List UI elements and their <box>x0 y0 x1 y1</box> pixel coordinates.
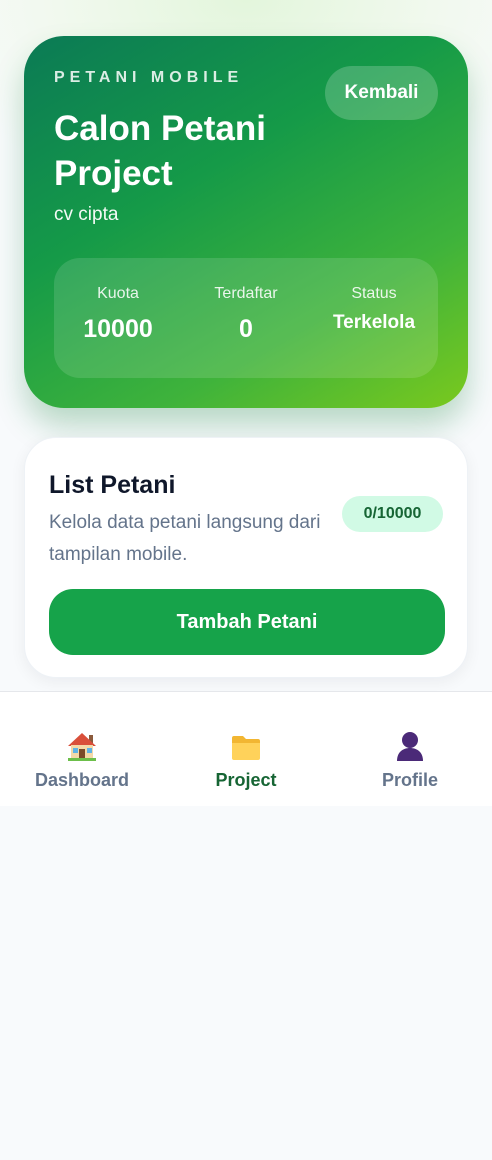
project-hero-card: PETANI MOBILE Kembali Calon Petani Proje… <box>24 36 468 408</box>
stats-panel: Kuota 10000 Terdaftar 0 Status Terkelola <box>54 258 438 378</box>
stat-value: 10000 <box>83 315 153 343</box>
nav-item-profile[interactable]: Profile <box>328 692 492 806</box>
status-value: Terkelola <box>332 312 416 333</box>
stat-label: Kuota <box>97 285 139 302</box>
stat-kuota: Kuota 10000 <box>54 258 182 378</box>
nav-label: Profile <box>381 770 438 790</box>
list-petani-card: List Petani Kelola data petani langsung … <box>24 437 468 678</box>
page-title: Calon Petani Project <box>54 109 266 193</box>
stat-terdaftar: Terdaftar 0 <box>182 258 310 378</box>
bottom-navigation: Dashboard Project Profile <box>0 691 492 806</box>
back-button[interactable]: Kembali <box>325 66 438 120</box>
add-petani-button[interactable]: Tambah Petani <box>49 589 445 655</box>
stat-value: 0 <box>239 315 253 343</box>
nav-label: Project <box>215 770 277 790</box>
company-name: cv cipta <box>54 204 119 225</box>
stat-status: Status Terkelola <box>310 258 438 378</box>
app-kicker: PETANI MOBILE <box>54 69 244 86</box>
nav-item-dashboard[interactable]: Dashboard <box>0 692 164 806</box>
count-badge: 0/10000 <box>342 496 443 532</box>
stat-label: Terdaftar <box>214 285 278 302</box>
person-icon <box>328 728 492 762</box>
card-title: List Petani <box>49 471 176 499</box>
nav-item-project[interactable]: Project <box>164 692 328 806</box>
house-icon <box>0 728 164 762</box>
folder-icon <box>164 728 328 762</box>
card-description: Kelola data petani langsung dari tampila… <box>49 512 321 565</box>
stat-label: Status <box>351 285 397 302</box>
nav-label: Dashboard <box>34 770 130 790</box>
